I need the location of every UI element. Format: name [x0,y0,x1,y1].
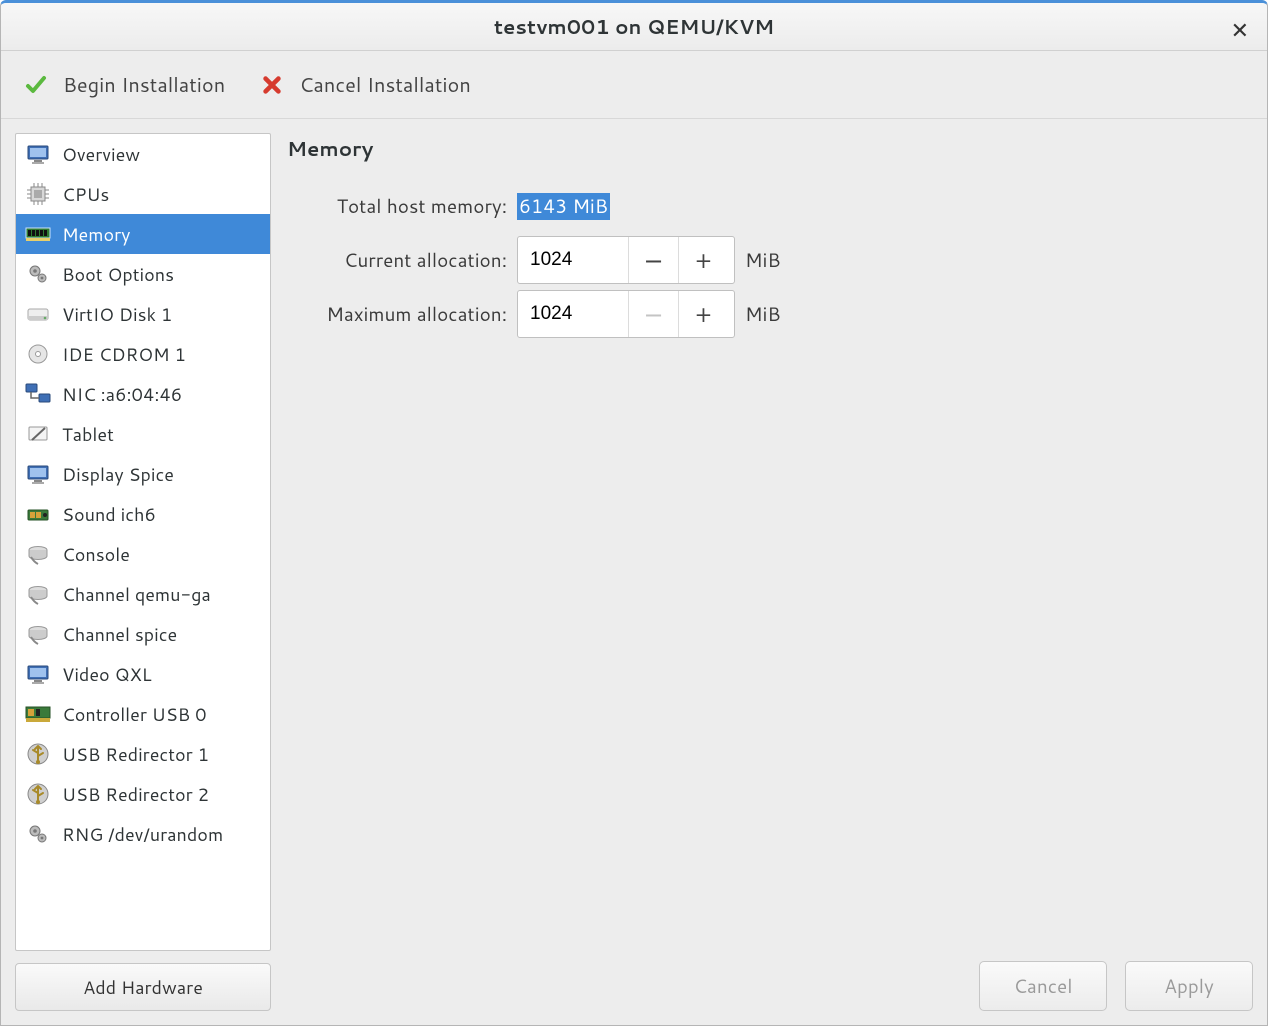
sidebar-item-label: Sound ich6 [62,501,156,527]
current-allocation-label: Current allocation: [285,247,517,274]
sidebar-item-label: Console [62,541,130,567]
sidebar-item-usb-redirector-2[interactable]: USB Redirector 2 [16,774,270,814]
sidebar-item-console[interactable]: Console [16,534,270,574]
sidebar-item-label: Memory [62,221,130,247]
current-allocation-plus-button[interactable]: + [678,237,728,283]
pci-icon [24,700,52,728]
cross-icon [259,72,285,98]
begin-installation-button[interactable]: Begin Installation [17,67,231,103]
disk-icon [24,300,52,328]
sidebar-item-cpus[interactable]: CPUs [16,174,270,214]
row-maximum-allocation: Maximum allocation: − + MiB [285,287,1253,341]
current-allocation-spin: − + [517,236,735,284]
titlebar: testvm001 on QEMU/KVM ✕ [1,3,1267,51]
toolbar: Begin Installation Cancel Installation [1,51,1267,119]
serial-icon [24,620,52,648]
gears-icon [24,820,52,848]
cancel-installation-button[interactable]: Cancel Installation [253,67,477,103]
window-close-button[interactable]: ✕ [1231,15,1249,46]
sidebar-item-label: IDE CDROM 1 [62,341,186,367]
begin-installation-label: Begin Installation [63,71,225,99]
sidebar-wrap: Overview CPUs Memory Boot Options VirtIO Dis… [15,133,271,1025]
sidebar-item-sound-ich6[interactable]: Sound ich6 [16,494,270,534]
sidebar-item-label: CPUs [62,181,109,207]
total-host-memory-value: 6143 MiB [517,193,610,220]
sidebar-item-label: Tablet [62,421,114,447]
usb-icon [24,740,52,768]
maximum-allocation-label: Maximum allocation: [285,301,517,328]
maximum-allocation-input[interactable] [518,291,628,337]
total-host-memory-label: Total host memory: [285,193,517,220]
monitor-icon [24,660,52,688]
sidebar-item-label: Display Spice [62,461,174,487]
cancel-button[interactable]: Cancel [979,961,1107,1011]
maximum-allocation-plus-button[interactable]: + [678,291,728,337]
row-current-allocation: Current allocation: − + MiB [285,233,1253,287]
maximum-allocation-minus-button[interactable]: − [628,291,678,337]
sidebar-item-memory[interactable]: Memory [16,214,270,254]
sidebar-item-label: RNG /dev/urandom [62,821,223,847]
check-icon [23,72,49,98]
panel-title: Memory [287,135,1253,163]
sound-icon [24,500,52,528]
window-title: testvm001 on QEMU/KVM [494,13,774,41]
serial-icon [24,540,52,568]
sidebar-item-label: NIC :a6:04:46 [62,381,182,407]
serial-icon [24,580,52,608]
hardware-sidebar[interactable]: Overview CPUs Memory Boot Options VirtIO Dis… [15,133,271,951]
maximum-allocation-unit: MiB [745,301,781,328]
add-hardware-button[interactable]: Add Hardware [15,963,271,1011]
gears-icon [24,260,52,288]
sidebar-item-label: Controller USB 0 [62,701,207,727]
maximum-allocation-spin: − + [517,290,735,338]
body: Overview CPUs Memory Boot Options VirtIO Dis… [1,119,1267,1025]
current-allocation-minus-button[interactable]: − [628,237,678,283]
sidebar-item-channel-qemu-ga[interactable]: Channel qemu-ga [16,574,270,614]
sidebar-item-ide-cdrom-1[interactable]: IDE CDROM 1 [16,334,270,374]
sidebar-item-usb-redirector-1[interactable]: USB Redirector 1 [16,734,270,774]
sidebar-item-nic-a6-04-46[interactable]: NIC :a6:04:46 [16,374,270,414]
sidebar-item-boot-options[interactable]: Boot Options [16,254,270,294]
sidebar-item-label: VirtIO Disk 1 [62,301,172,327]
apply-button[interactable]: Apply [1125,961,1253,1011]
sidebar-item-channel-spice[interactable]: Channel spice [16,614,270,654]
sidebar-item-overview[interactable]: Overview [16,134,270,174]
ram-icon [24,220,52,248]
sidebar-item-label: Boot Options [62,261,174,287]
row-total-host-memory: Total host memory: 6143 MiB [285,179,1253,233]
sidebar-item-label: USB Redirector 1 [62,741,209,767]
sidebar-item-controller-usb-0[interactable]: Controller USB 0 [16,694,270,734]
footer: Cancel Apply [979,961,1253,1011]
sidebar-item-display-spice[interactable]: Display Spice [16,454,270,494]
nic-icon [24,380,52,408]
cancel-installation-label: Cancel Installation [299,71,471,99]
sidebar-item-video-qxl[interactable]: Video QXL [16,654,270,694]
monitor-icon [24,460,52,488]
sidebar-item-label: Channel qemu-ga [62,581,211,607]
content-panel: Memory Total host memory: 6143 MiB Curre… [285,133,1253,1025]
sidebar-item-rng-dev-urandom[interactable]: RNG /dev/urandom [16,814,270,854]
tablet-icon [24,420,52,448]
sidebar-item-tablet[interactable]: Tablet [16,414,270,454]
add-hardware-label: Add Hardware [83,974,203,1000]
cpu-icon [24,180,52,208]
sidebar-item-label: Video QXL [62,661,152,687]
sidebar-item-label: Channel spice [62,621,177,647]
current-allocation-input[interactable] [518,237,628,283]
sidebar-item-label: Overview [62,141,140,167]
current-allocation-unit: MiB [745,247,781,274]
vm-config-window: testvm001 on QEMU/KVM ✕ Begin Installati… [0,0,1268,1026]
sidebar-item-label: USB Redirector 2 [62,781,209,807]
usb-icon [24,780,52,808]
cdrom-icon [24,340,52,368]
monitor-icon [24,140,52,168]
sidebar-item-virtio-disk-1[interactable]: VirtIO Disk 1 [16,294,270,334]
